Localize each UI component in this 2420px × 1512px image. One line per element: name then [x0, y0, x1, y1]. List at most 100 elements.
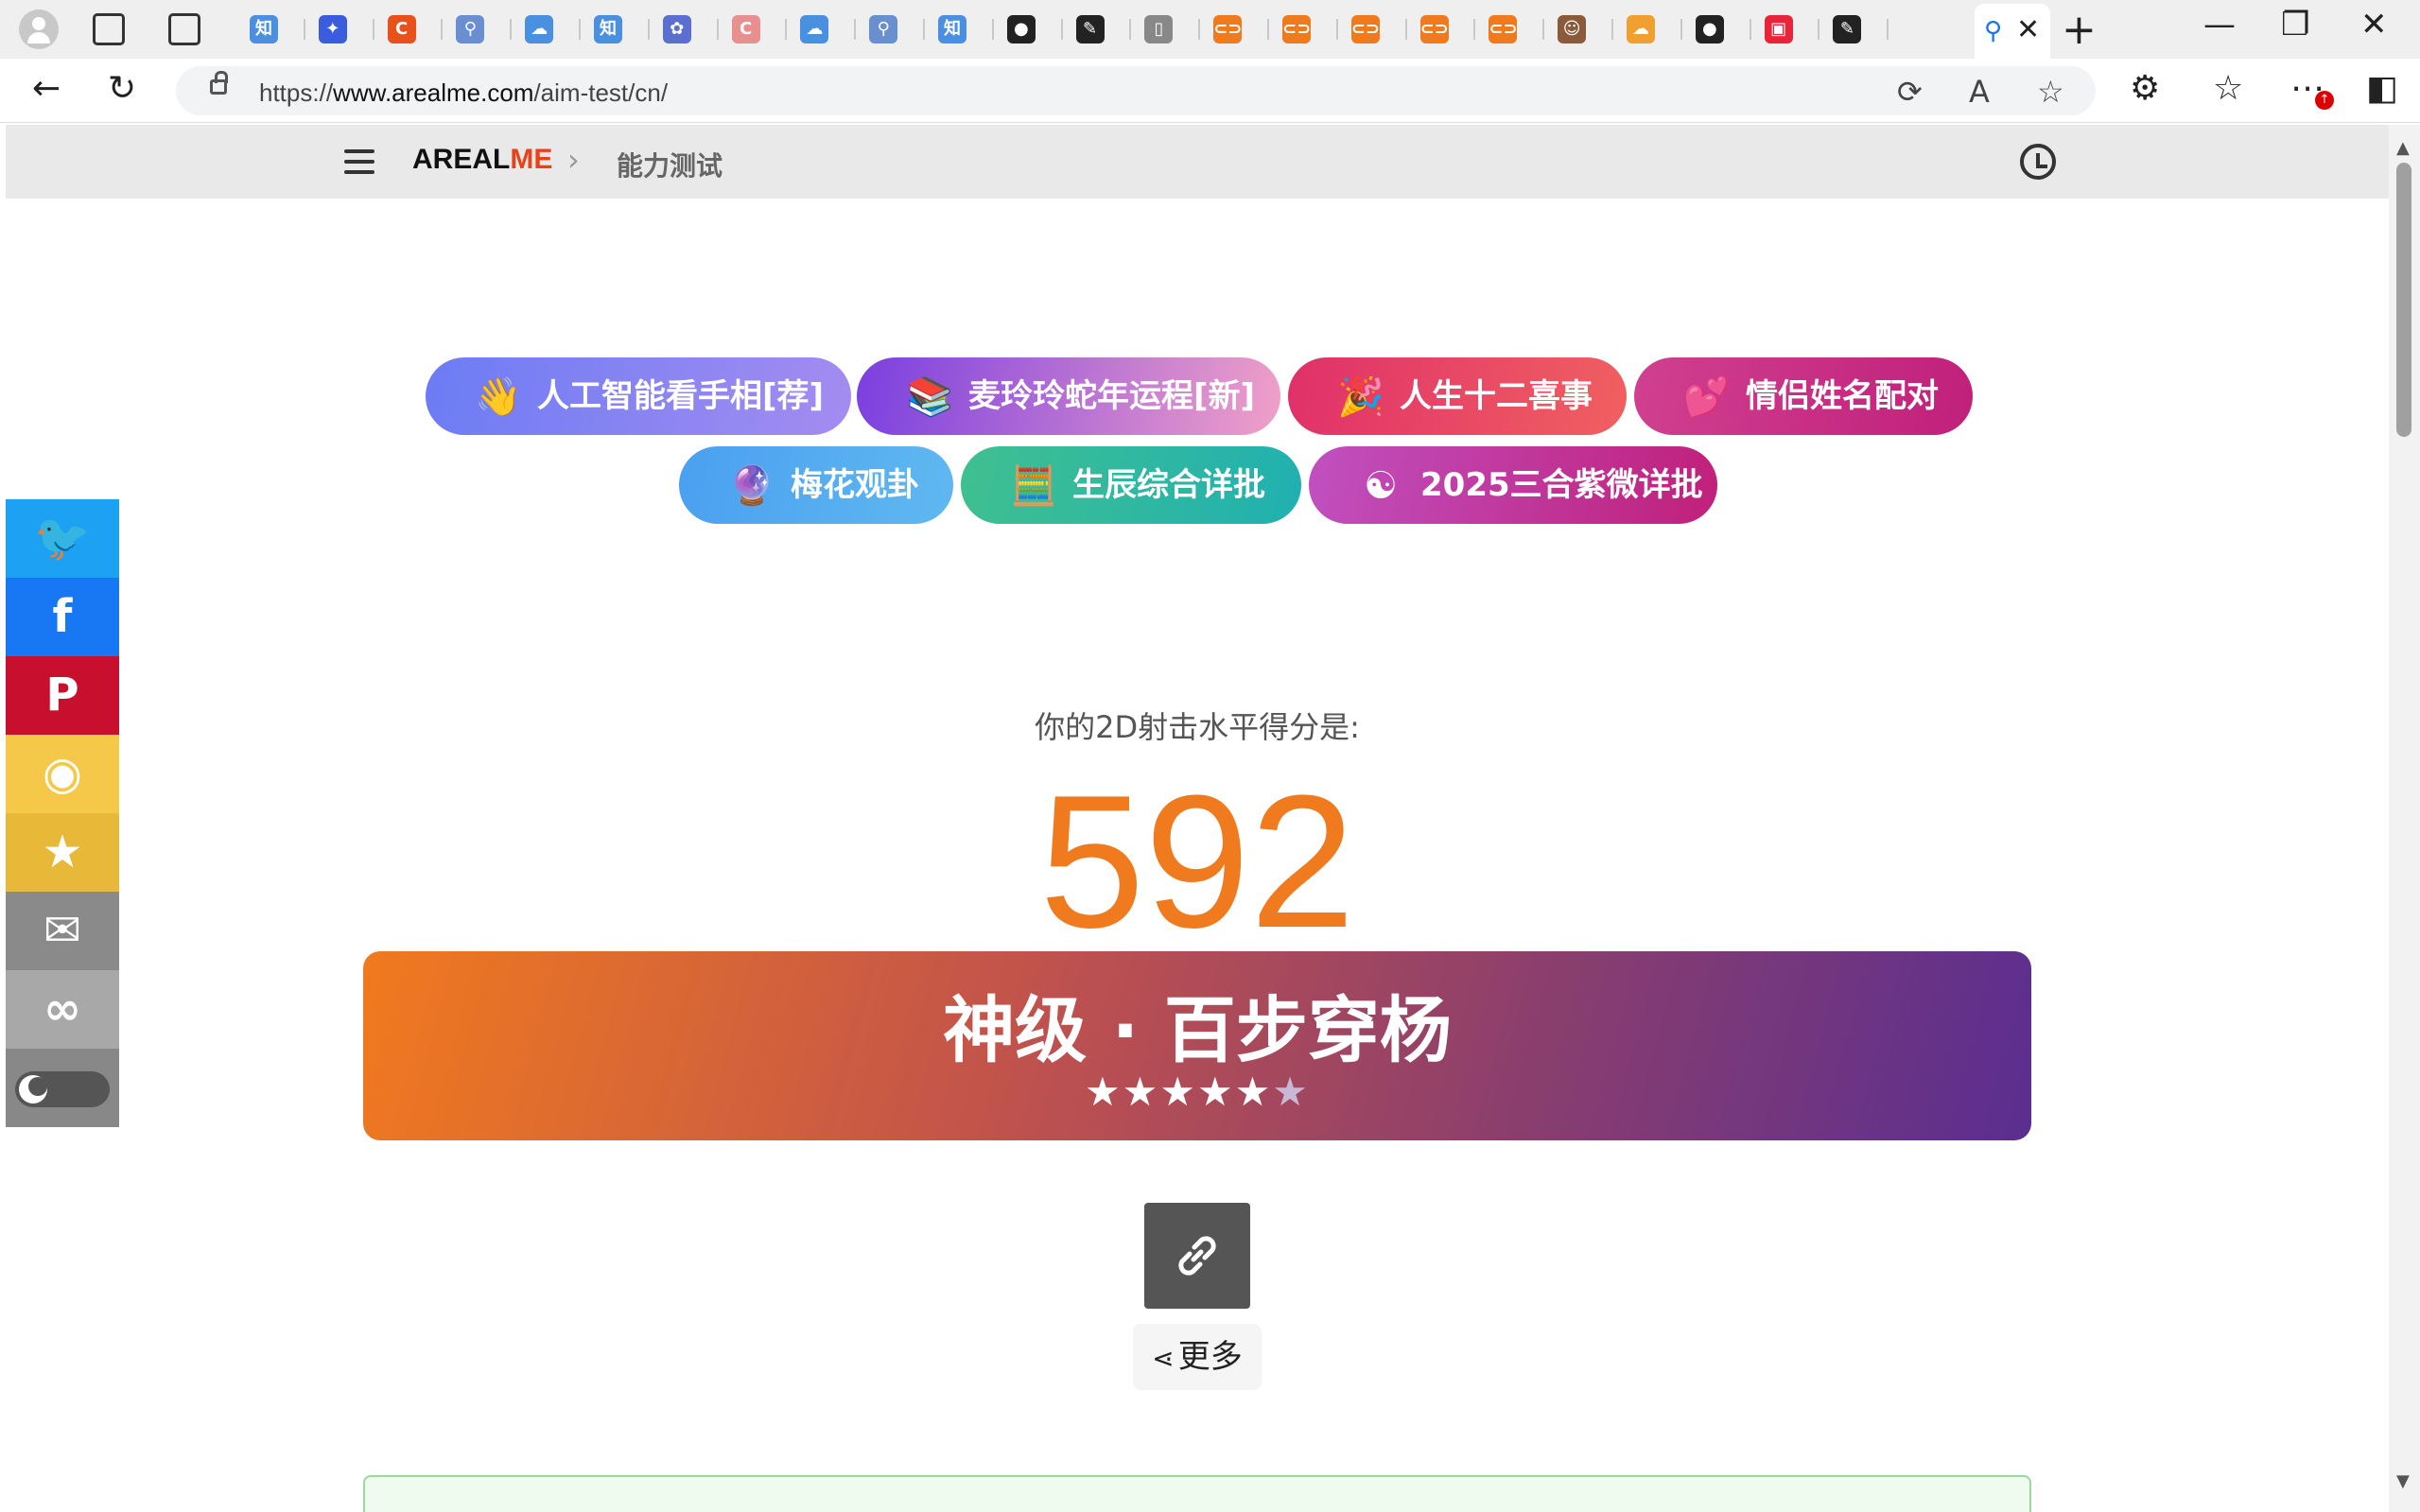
zhihu-icon: 知	[938, 15, 966, 43]
tab[interactable]: ✿	[650, 0, 719, 59]
tab[interactable]: ✎	[1063, 0, 1132, 59]
tab[interactable]: ⊂⊃	[1269, 0, 1338, 59]
share-copy-link-button[interactable]: ∞	[6, 970, 119, 1049]
page-icon: ▯	[1144, 15, 1174, 43]
bracket-icon: ⊂⊃	[1282, 15, 1311, 43]
dark-mode-toggle[interactable]	[6, 1049, 119, 1127]
breadcrumb[interactable]: 能力测试	[617, 146, 723, 183]
history-icon[interactable]	[2020, 144, 2056, 180]
edge-sync-icon[interactable]: ⟳	[1897, 74, 1923, 110]
workspaces-icon[interactable]	[93, 13, 125, 45]
bracket-icon: ⊂⊃	[1213, 15, 1242, 43]
active-tab[interactable]: ⚲ ✕	[1975, 4, 2050, 59]
promo-plum-divination[interactable]: 🔮 梅花观卦	[679, 446, 953, 524]
close-window-icon[interactable]: ✕	[2360, 6, 2388, 43]
rank-title: 神级 · 百步穿杨	[943, 988, 1452, 1072]
twitter-icon: 🐦	[34, 512, 91, 565]
scroll-up-icon[interactable]: ▲	[2396, 138, 2410, 158]
tab[interactable]: ●	[1682, 0, 1751, 59]
share-facebook-button[interactable]: f	[6, 578, 119, 656]
yin-yang-icon: ☯	[1364, 464, 1398, 508]
tab[interactable]: ⊂⊃	[1475, 0, 1545, 59]
tab[interactable]: ⊂⊃	[1200, 0, 1269, 59]
site-logo[interactable]: AREALME	[412, 144, 552, 176]
zhihu-icon: 知	[250, 15, 278, 43]
tab[interactable]: C	[374, 0, 444, 59]
browser-tab-strip: 知 ✦ C ⚲ ☁ 知 ✿ C ☁ ⚲ 知 ● ✎ ▯ ⊂⊃ ⊂⊃ ⊂⊃ ⊂⊃ ⊂⊃ ☺ ☁ ● ▣ ✎ ⚲ ✕ + — ❐ …	[0, 0, 2420, 59]
tab[interactable]: C	[719, 0, 788, 59]
puzzle-icon: ✎	[1833, 15, 1862, 43]
facebook-icon: f	[52, 590, 73, 643]
hamburger-menu-icon[interactable]	[344, 149, 374, 174]
update-badge: ↑	[2315, 91, 2334, 110]
back-icon[interactable]: ←	[32, 70, 61, 108]
new-tab-button[interactable]: +	[2062, 6, 2097, 54]
site-header: AREALME › 能力测试	[6, 125, 2389, 199]
profile-avatar-icon[interactable]	[19, 9, 59, 49]
extensions-icon[interactable]: ⚙	[2130, 70, 2160, 108]
share-qzone-button[interactable]: ★	[6, 813, 119, 892]
score-value: 592	[1039, 756, 1355, 967]
tab[interactable]: ☁	[512, 0, 581, 59]
tab[interactable]: ⚲	[443, 0, 513, 59]
lock-icon[interactable]	[210, 71, 228, 95]
tab[interactable]: ●	[994, 0, 1063, 59]
tab[interactable]: ▯	[1131, 0, 1201, 59]
puzzle-icon: ✎	[1075, 15, 1105, 43]
tab[interactable]: 知	[581, 0, 650, 59]
share-twitter-button[interactable]: 🐦	[6, 499, 119, 578]
refresh-icon[interactable]: ↻	[108, 70, 136, 108]
tab[interactable]: ⊂⊃	[1407, 0, 1476, 59]
link-icon	[1178, 1236, 1216, 1276]
tab[interactable]: ☺	[1544, 0, 1613, 59]
promo-birth-analysis[interactable]: 🧮 生辰综合详批	[961, 446, 1301, 524]
tab[interactable]: 知	[236, 0, 305, 59]
tab[interactable]: ✦	[305, 0, 374, 59]
search-icon: ⚲	[1984, 17, 2003, 45]
restore-icon[interactable]: ❐	[2281, 6, 2309, 43]
tab[interactable]: ☁	[1613, 0, 1682, 59]
tab[interactable]: ▣	[1751, 0, 1820, 59]
tab[interactable]: ⚲	[856, 0, 925, 59]
browser-toolbar: ← ↻ https://www.arealme.com/aim-test/cn/…	[0, 59, 2420, 123]
scrollbar-thumb[interactable]	[2396, 163, 2411, 437]
qzone-icon: ★	[42, 826, 83, 878]
c-icon: C	[731, 15, 760, 43]
content-box	[363, 1475, 2031, 1512]
promo-twelve-joys[interactable]: 🎉 人生十二喜事	[1288, 357, 1627, 435]
scroll-down-icon[interactable]: ▼	[2396, 1471, 2410, 1491]
favorites-icon[interactable]: ☆	[2213, 70, 2243, 108]
rating-stars: ★★★★★★	[363, 1069, 2031, 1115]
score-label: 你的2D射击水平得分是:	[1035, 709, 1360, 745]
minimize-icon[interactable]: —	[2203, 6, 2236, 43]
vertical-tabs-icon[interactable]	[168, 13, 200, 45]
copy-link-button[interactable]	[1144, 1203, 1250, 1309]
promo-couple-name-match[interactable]: 💕 情侣姓名配对	[1634, 357, 1973, 435]
promo-snake-year-fortune[interactable]: 📚 麦玲玲蛇年运程[新]	[857, 357, 1280, 435]
paw-icon: ✿	[662, 15, 691, 43]
promo-ziwei-2025[interactable]: ☯ 2025三合紫微详批	[1309, 446, 1717, 524]
tab[interactable]: ☁	[787, 0, 857, 59]
close-tab-icon[interactable]: ✕	[2016, 13, 2040, 46]
github-icon: ●	[1695, 15, 1724, 43]
github-icon: ●	[1006, 15, 1036, 43]
tab[interactable]: ✎	[1819, 0, 1889, 59]
page-scrollbar[interactable]: ▲ ▼	[2389, 125, 2420, 1512]
url-text: https://www.arealme.com/aim-test/cn/	[259, 78, 669, 107]
waving-hand-icon: 👋	[475, 375, 522, 419]
more-share-button[interactable]: ⋖ 更多	[1133, 1324, 1262, 1390]
abacus-icon: 🧮	[1010, 464, 1057, 508]
tab[interactable]: ⊂⊃	[1338, 0, 1407, 59]
share-weibo-button[interactable]: ◉	[6, 735, 119, 813]
favorite-star-icon[interactable]: ☆	[2037, 74, 2064, 110]
tab-separator	[1887, 19, 1889, 40]
sidebar-icon[interactable]: ◧	[2366, 70, 2398, 108]
share-email-button[interactable]: ✉	[6, 892, 119, 970]
share-pinterest-button[interactable]: P	[6, 656, 119, 735]
moon-icon	[19, 1075, 47, 1104]
address-bar[interactable]: https://www.arealme.com/aim-test/cn/ ⟳ A…	[176, 66, 2096, 115]
tab[interactable]: 知	[925, 0, 994, 59]
share-icon: ⋖	[1152, 1343, 1175, 1374]
promo-palm-reading[interactable]: 👋 人工智能看手相[荐]	[426, 357, 851, 435]
read-aloud-icon[interactable]: A	[1969, 74, 1990, 110]
